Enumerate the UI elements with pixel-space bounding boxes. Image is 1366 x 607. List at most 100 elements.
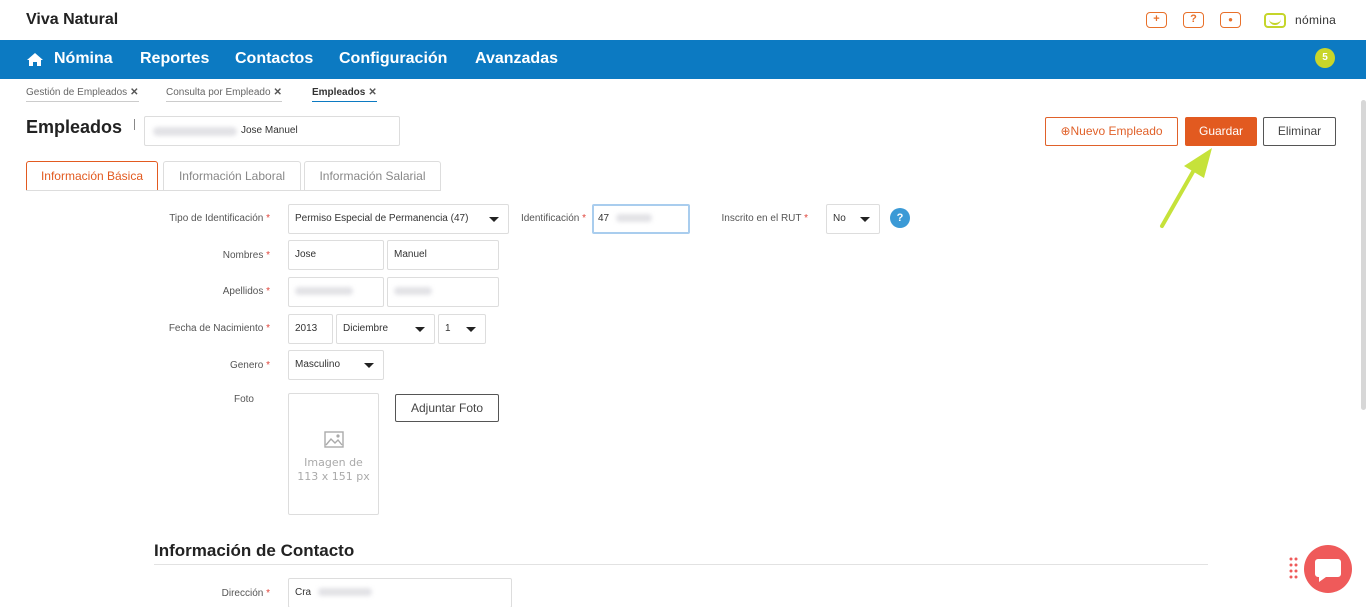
first-surname-input[interactable] <box>288 277 384 307</box>
user-icon[interactable]: ● <box>1220 12 1241 28</box>
label-text: Apellidos <box>222 286 264 297</box>
breadcrumb-empleados[interactable]: Empleados ✕ <box>312 87 377 102</box>
chevron-down-icon <box>466 327 476 332</box>
product-name: nómina <box>1295 13 1337 27</box>
redacted-text <box>615 214 652 223</box>
top-bar: Viva Natural + ? ● nómina <box>0 0 1366 40</box>
select-value: No <box>833 213 846 224</box>
birth-month-select[interactable]: Diciembre <box>336 314 435 344</box>
close-icon[interactable]: ✕ <box>368 87 376 98</box>
first-name-input[interactable]: Jose <box>288 240 384 270</box>
delete-button[interactable]: Eliminar <box>1263 117 1336 146</box>
label-text: Inscrito en el RUT <box>721 213 802 224</box>
label-text: Nombres <box>222 250 264 261</box>
photo-placeholder[interactable]: Imagen de 113 x 151 px <box>288 393 379 515</box>
input-value: 2013 <box>295 323 318 334</box>
input-value: Cra <box>295 587 312 598</box>
second-name-input[interactable]: Manuel <box>387 240 499 270</box>
chevron-down-icon <box>364 363 374 368</box>
required-mark: * <box>263 286 270 297</box>
breadcrumb-label: Gestión de Empleados <box>26 87 128 98</box>
redacted-text <box>317 588 372 597</box>
help-icon[interactable]: ? <box>890 208 910 228</box>
select-value: Diciembre <box>343 323 389 334</box>
birth-year-input[interactable]: 2013 <box>288 314 333 344</box>
chevron-down-icon <box>860 217 870 222</box>
image-icon <box>324 431 344 448</box>
birth-date-label: Fecha de Nacimiento * <box>120 323 270 334</box>
page-title: Empleados <box>26 117 123 137</box>
annotation-arrow <box>1160 148 1212 228</box>
redacted-text <box>394 287 432 296</box>
tab-informacion-salarial[interactable]: Información Salarial <box>304 161 441 191</box>
nomina-logo-icon <box>1264 13 1286 28</box>
chat-button[interactable] <box>1304 545 1352 593</box>
redacted-text <box>153 127 237 136</box>
breadcrumb-label: Empleados <box>312 87 366 98</box>
label-text: Genero <box>229 360 264 371</box>
rut-select[interactable]: No <box>826 204 880 234</box>
tabs-underline <box>26 190 441 191</box>
close-icon[interactable]: ✕ <box>130 87 138 98</box>
nav-avanzadas[interactable]: Avanzadas <box>475 50 558 68</box>
tab-informacion-basica[interactable]: Información Básica <box>26 161 158 191</box>
nav-reportes[interactable]: Reportes <box>140 50 209 68</box>
input-value: Jose <box>295 249 317 260</box>
nav-configuracion[interactable]: Configuración <box>339 50 447 68</box>
attach-photo-button[interactable]: Adjuntar Foto <box>395 394 499 422</box>
required-mark: * <box>263 360 270 371</box>
label-text: Foto <box>233 394 254 405</box>
help-icon[interactable]: ? <box>1183 12 1204 28</box>
required-mark: * <box>263 323 270 334</box>
main-nav: Nómina Reportes Contactos Configuración … <box>0 40 1366 79</box>
notification-badge[interactable]: 5 <box>1315 48 1335 68</box>
input-value: Manuel <box>394 249 427 260</box>
close-icon[interactable]: ✕ <box>274 87 282 98</box>
plus-icon[interactable]: + <box>1146 12 1167 28</box>
title-separator <box>134 119 135 130</box>
rut-label: Inscrito en el RUT * <box>700 213 808 224</box>
label-text: Fecha de Nacimiento <box>168 323 264 334</box>
home-icon[interactable] <box>26 52 44 67</box>
breadcrumb-gestion-empleados[interactable]: Gestión de Empleados ✕ <box>26 87 139 102</box>
select-value: 1 <box>445 323 451 334</box>
label-text: Tipo de Identificación <box>169 213 264 224</box>
required-mark: * <box>263 213 270 224</box>
breadcrumb-label: Consulta por Empleado <box>166 87 271 98</box>
drag-handle-icon[interactable] <box>1289 557 1298 581</box>
names-label: Nombres * <box>120 250 270 261</box>
id-number-label: Identificación * <box>500 213 586 224</box>
address-label: Dirección * <box>120 588 270 599</box>
nav-nomina[interactable]: Nómina <box>54 50 113 68</box>
label-text: Identificación <box>520 213 580 224</box>
select-value: Masculino <box>295 359 341 370</box>
photo-label: Foto <box>120 394 254 405</box>
chat-icon <box>1315 559 1341 582</box>
required-mark: * <box>263 588 270 599</box>
birth-day-select[interactable]: 1 <box>438 314 486 344</box>
redacted-text <box>295 287 353 296</box>
second-surname-input[interactable] <box>387 277 499 307</box>
scrollbar[interactable] <box>1361 100 1366 410</box>
company-name: Viva Natural <box>26 11 119 28</box>
id-type-label: Tipo de Identificación * <box>120 213 270 224</box>
tab-informacion-laboral[interactable]: Información Laboral <box>163 161 301 191</box>
employee-name: Jose Manuel <box>241 125 298 136</box>
chevron-down-icon <box>415 327 425 332</box>
gender-select[interactable]: Masculino <box>288 350 384 380</box>
label-text: Dirección <box>221 588 264 599</box>
contact-section-title: Información de Contacto <box>154 541 355 560</box>
gender-label: Genero * <box>120 360 270 371</box>
nav-contactos[interactable]: Contactos <box>235 50 313 68</box>
input-value: 47 <box>598 213 610 224</box>
section-divider <box>154 564 1208 565</box>
chevron-down-icon <box>489 217 499 222</box>
photo-placeholder-line1: Imagen de <box>304 456 363 469</box>
required-mark: * <box>801 213 808 224</box>
breadcrumb-consulta-empleado[interactable]: Consulta por Empleado ✕ <box>166 87 282 102</box>
id-type-select[interactable]: Permiso Especial de Permanencia (47) <box>288 204 509 234</box>
photo-placeholder-line2: 113 x 151 px <box>297 470 370 483</box>
photo-placeholder-text: Imagen de 113 x 151 px <box>289 456 378 484</box>
address-input[interactable]: Cra <box>288 578 512 607</box>
id-number-input[interactable]: 47 <box>592 204 690 234</box>
